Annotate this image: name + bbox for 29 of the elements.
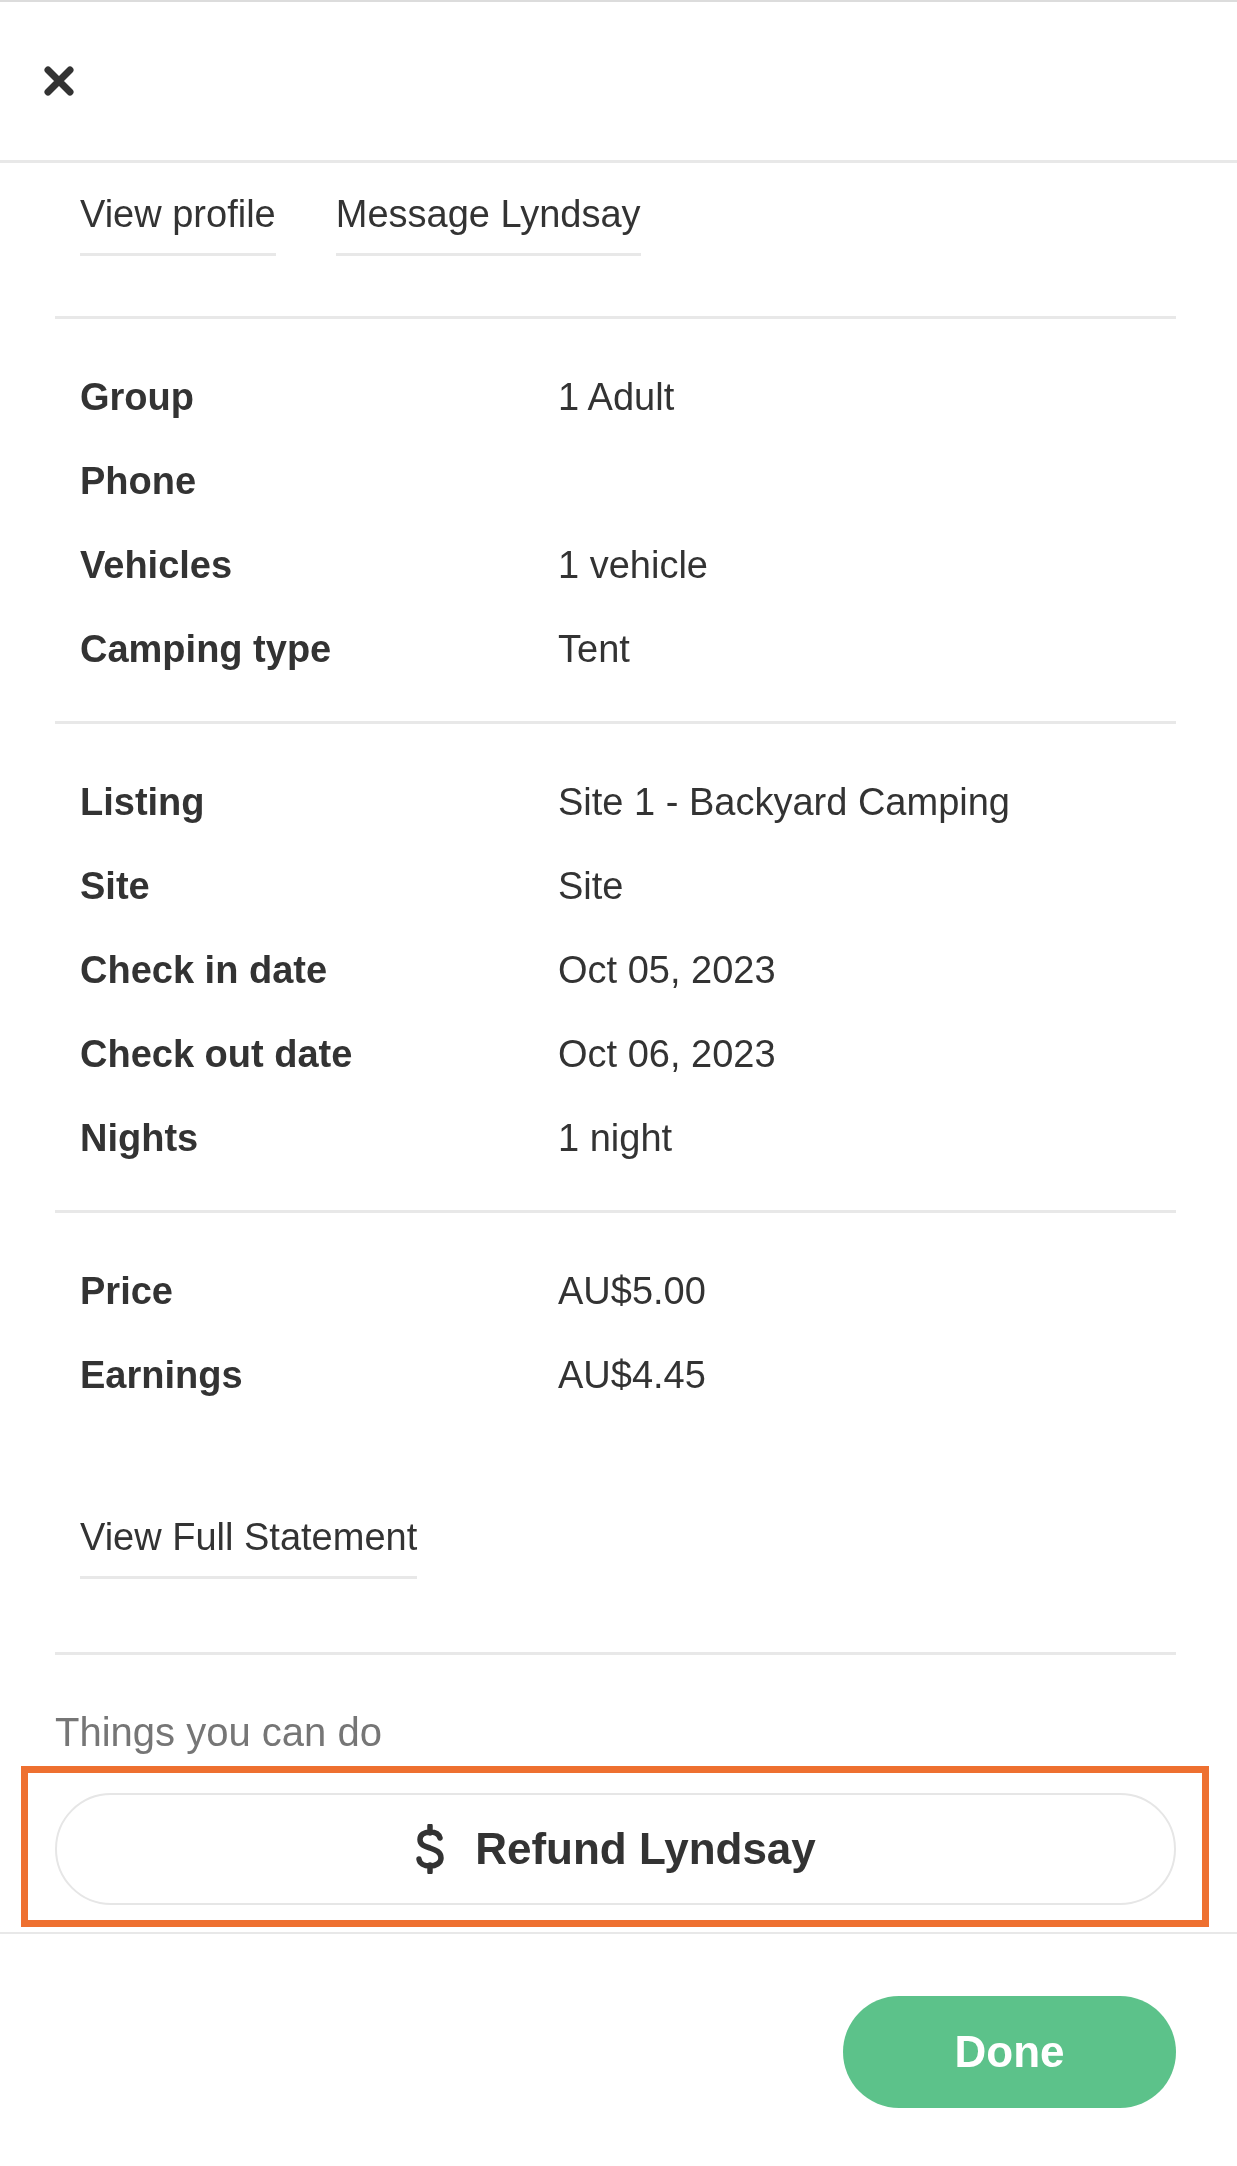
field-value: Site 1 - Backyard Camping [558, 780, 1010, 824]
field-label: Phone [80, 459, 197, 503]
close-icon [43, 65, 75, 97]
field-label: Camping type [80, 627, 332, 671]
field-label: Nights [80, 1116, 199, 1160]
field-value: Tent [558, 627, 630, 671]
field-value: Site [558, 864, 624, 908]
field-value: Oct 05, 2023 [558, 948, 776, 992]
field-value: 1 vehicle [558, 543, 708, 587]
field-label: Listing [80, 780, 205, 824]
close-button[interactable] [43, 65, 75, 97]
actions-heading: Things you can do [55, 1710, 383, 1754]
field-value: 1 night [558, 1116, 673, 1160]
statement-link[interactable]: View Full Statement [80, 1515, 418, 1579]
field-label: Site [80, 864, 150, 908]
field-label: Price [80, 1269, 173, 1313]
field-label: Check out date [80, 1032, 353, 1076]
dollar-icon [415, 1824, 446, 1874]
profile-link[interactable]: Message Lyndsay [335, 192, 641, 256]
field-value: Oct 06, 2023 [558, 1032, 776, 1076]
field-value: 1 Adult [558, 375, 675, 419]
field-label: Vehicles [80, 543, 233, 587]
refund-button[interactable]: Refund Lyndsay [55, 1793, 1176, 1905]
field-label: Earnings [80, 1353, 243, 1397]
field-value: AU$5.00 [558, 1269, 706, 1313]
field-label: Check in date [80, 948, 328, 992]
profile-link[interactable]: View profile [80, 192, 276, 256]
field-label: Group [80, 375, 194, 419]
field-value: AU$4.45 [558, 1353, 706, 1397]
